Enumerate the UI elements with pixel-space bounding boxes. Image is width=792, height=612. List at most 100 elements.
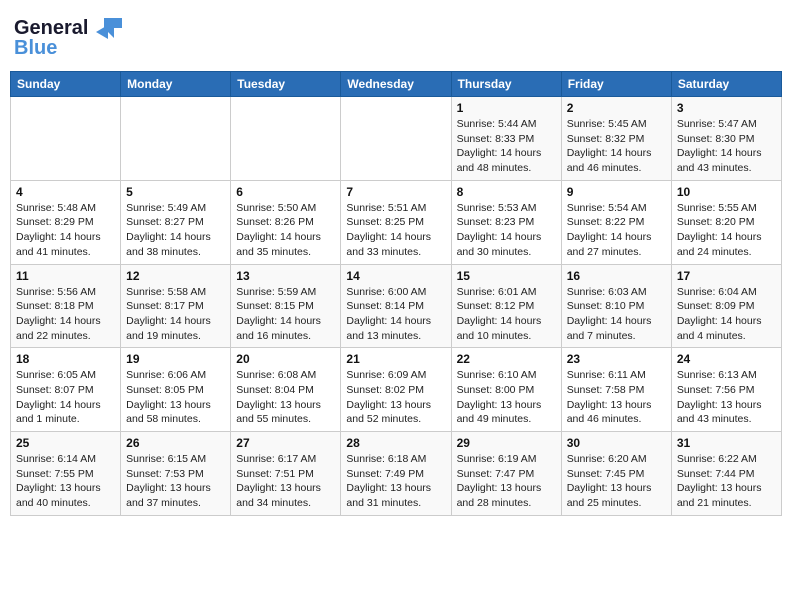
day-cell-13: 13 Sunrise: 5:59 AM Sunset: 8:15 PM Dayli… [231,264,341,348]
day-number: 11 [16,269,115,283]
day-cell-31: 31 Sunrise: 6:22 AM Sunset: 7:44 PM Dayli… [671,432,781,516]
day-number: 9 [567,185,666,199]
day-number: 15 [457,269,556,283]
day-number: 20 [236,352,335,366]
day-number: 18 [16,352,115,366]
day-number: 10 [677,185,776,199]
empty-cell [341,97,451,181]
day-number: 6 [236,185,335,199]
day-info: Sunrise: 6:11 AM Sunset: 7:58 PM Dayligh… [567,368,666,427]
week-row-1: 1Sunrise: 5:44 AM Sunset: 8:33 PM Daylig… [11,97,782,181]
day-number: 16 [567,269,666,283]
day-number: 2 [567,101,666,115]
weekday-header-monday: Monday [121,72,231,97]
day-info: Sunrise: 6:17 AM Sunset: 7:51 PM Dayligh… [236,452,335,511]
day-info: Sunrise: 6:20 AM Sunset: 7:45 PM Dayligh… [567,452,666,511]
day-cell-7: 7Sunrise: 5:51 AM Sunset: 8:25 PM Daylig… [341,180,451,264]
day-info: Sunrise: 6:15 AM Sunset: 7:53 PM Dayligh… [126,452,225,511]
day-cell-25: 25 Sunrise: 6:14 AM Sunset: 7:55 PM Dayli… [11,432,121,516]
week-row-3: 11 Sunrise: 5:56 AM Sunset: 8:18 PM Dayli… [11,264,782,348]
page-header: General Blue [10,10,782,63]
day-number: 27 [236,436,335,450]
day-info: Sunrise: 5:50 AM Sunset: 8:26 PM Dayligh… [236,201,335,260]
weekday-header-tuesday: Tuesday [231,72,341,97]
day-info: Sunrise: 6:08 AM Sunset: 8:04 PM Dayligh… [236,368,335,427]
day-cell-12: 12 Sunrise: 5:58 AM Sunset: 8:17 PM Dayli… [121,264,231,348]
day-cell-14: 14 Sunrise: 6:00 AM Sunset: 8:14 PM Dayli… [341,264,451,348]
day-info: Sunrise: 6:03 AM Sunset: 8:10 PM Dayligh… [567,285,666,344]
calendar-table: SundayMondayTuesdayWednesdayThursdayFrid… [10,71,782,516]
day-number: 12 [126,269,225,283]
day-info: Sunrise: 5:56 AM Sunset: 8:18 PM Dayligh… [16,285,115,344]
day-info: Sunrise: 6:14 AM Sunset: 7:55 PM Dayligh… [16,452,115,511]
day-cell-28: 28 Sunrise: 6:18 AM Sunset: 7:49 PM Dayli… [341,432,451,516]
weekday-header-wednesday: Wednesday [341,72,451,97]
day-info: Sunrise: 6:01 AM Sunset: 8:12 PM Dayligh… [457,285,556,344]
day-number: 17 [677,269,776,283]
day-cell-3: 3 Sunrise: 5:47 AM Sunset: 8:30 PM Daylig… [671,97,781,181]
day-cell-20: 20 Sunrise: 6:08 AM Sunset: 8:04 PM Dayli… [231,348,341,432]
day-info: Sunrise: 6:22 AM Sunset: 7:44 PM Dayligh… [677,452,776,511]
empty-cell [231,97,341,181]
day-info: Sunrise: 5:48 AM Sunset: 8:29 PM Dayligh… [16,201,115,260]
day-cell-21: 21Sunrise: 6:09 AM Sunset: 8:02 PM Dayli… [341,348,451,432]
day-info: Sunrise: 6:06 AM Sunset: 8:05 PM Dayligh… [126,368,225,427]
day-cell-30: 30 Sunrise: 6:20 AM Sunset: 7:45 PM Dayli… [561,432,671,516]
day-info: Sunrise: 5:55 AM Sunset: 8:20 PM Dayligh… [677,201,776,260]
empty-cell [121,97,231,181]
day-cell-23: 23 Sunrise: 6:11 AM Sunset: 7:58 PM Dayli… [561,348,671,432]
day-number: 7 [346,185,445,199]
day-cell-1: 1Sunrise: 5:44 AM Sunset: 8:33 PM Daylig… [451,97,561,181]
day-number: 28 [346,436,445,450]
day-cell-6: 6 Sunrise: 5:50 AM Sunset: 8:26 PM Daylig… [231,180,341,264]
weekday-header-row: SundayMondayTuesdayWednesdayThursdayFrid… [11,72,782,97]
day-info: Sunrise: 6:05 AM Sunset: 8:07 PM Dayligh… [16,368,115,427]
weekday-header-saturday: Saturday [671,72,781,97]
day-info: Sunrise: 5:58 AM Sunset: 8:17 PM Dayligh… [126,285,225,344]
day-cell-15: 15 Sunrise: 6:01 AM Sunset: 8:12 PM Dayli… [451,264,561,348]
day-number: 14 [346,269,445,283]
day-number: 29 [457,436,556,450]
day-info: Sunrise: 5:45 AM Sunset: 8:32 PM Dayligh… [567,117,666,176]
day-info: Sunrise: 5:54 AM Sunset: 8:22 PM Dayligh… [567,201,666,260]
day-cell-2: 2 Sunrise: 5:45 AM Sunset: 8:32 PM Daylig… [561,97,671,181]
day-number: 13 [236,269,335,283]
day-cell-17: 17Sunrise: 6:04 AM Sunset: 8:09 PM Dayli… [671,264,781,348]
day-cell-26: 26 Sunrise: 6:15 AM Sunset: 7:53 PM Dayli… [121,432,231,516]
day-number: 30 [567,436,666,450]
day-cell-10: 10 Sunrise: 5:55 AM Sunset: 8:20 PM Dayli… [671,180,781,264]
week-row-4: 18 Sunrise: 6:05 AM Sunset: 8:07 PM Dayli… [11,348,782,432]
svg-text:General: General [14,17,88,39]
day-number: 3 [677,101,776,115]
week-row-2: 4 Sunrise: 5:48 AM Sunset: 8:29 PM Daylig… [11,180,782,264]
day-number: 22 [457,352,556,366]
day-cell-8: 8 Sunrise: 5:53 AM Sunset: 8:23 PM Daylig… [451,180,561,264]
svg-text:Blue: Blue [14,37,57,58]
day-number: 25 [16,436,115,450]
day-info: Sunrise: 6:10 AM Sunset: 8:00 PM Dayligh… [457,368,556,427]
day-cell-11: 11 Sunrise: 5:56 AM Sunset: 8:18 PM Dayli… [11,264,121,348]
day-number: 21 [346,352,445,366]
day-info: Sunrise: 6:19 AM Sunset: 7:47 PM Dayligh… [457,452,556,511]
day-info: Sunrise: 5:44 AM Sunset: 8:33 PM Dayligh… [457,117,556,176]
weekday-header-friday: Friday [561,72,671,97]
day-cell-4: 4 Sunrise: 5:48 AM Sunset: 8:29 PM Daylig… [11,180,121,264]
day-cell-16: 16 Sunrise: 6:03 AM Sunset: 8:10 PM Dayli… [561,264,671,348]
weekday-header-thursday: Thursday [451,72,561,97]
day-number: 24 [677,352,776,366]
day-info: Sunrise: 6:18 AM Sunset: 7:49 PM Dayligh… [346,452,445,511]
day-number: 23 [567,352,666,366]
day-number: 8 [457,185,556,199]
day-number: 4 [16,185,115,199]
day-number: 5 [126,185,225,199]
day-cell-18: 18 Sunrise: 6:05 AM Sunset: 8:07 PM Dayli… [11,348,121,432]
logo-full: General Blue [14,10,124,58]
day-cell-19: 19Sunrise: 6:06 AM Sunset: 8:05 PM Dayli… [121,348,231,432]
day-info: Sunrise: 5:47 AM Sunset: 8:30 PM Dayligh… [677,117,776,176]
day-info: Sunrise: 6:00 AM Sunset: 8:14 PM Dayligh… [346,285,445,344]
day-info: Sunrise: 5:53 AM Sunset: 8:23 PM Dayligh… [457,201,556,260]
day-number: 31 [677,436,776,450]
day-number: 26 [126,436,225,450]
logo: General Blue [14,10,124,63]
day-info: Sunrise: 5:59 AM Sunset: 8:15 PM Dayligh… [236,285,335,344]
